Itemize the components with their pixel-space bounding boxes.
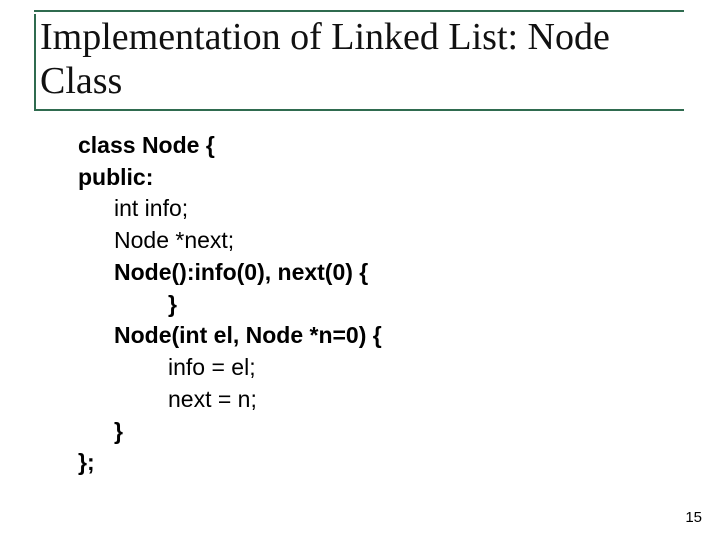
title-block: Implementation of Linked List: Node Clas… — [34, 10, 684, 111]
title-rule-top — [34, 10, 684, 12]
title-rule-left: Implementation of Linked List: Node Clas… — [34, 14, 684, 109]
code-line-7: Node(int el, Node *n=0) { — [78, 320, 658, 352]
page-number: 15 — [685, 509, 702, 526]
slide-title: Implementation of Linked List: Node Clas… — [40, 14, 684, 103]
code-line-2: public: — [78, 162, 658, 194]
code-line-6: } — [78, 289, 658, 321]
title-rule-bottom — [34, 109, 684, 111]
code-line-5: Node():info(0), next(0) { — [78, 257, 658, 289]
slide: Implementation of Linked List: Node Clas… — [0, 0, 720, 540]
code-line-11: }; — [78, 447, 658, 479]
code-body: class Node { public: int info; Node *nex… — [78, 130, 658, 479]
code-line-3: int info; — [78, 193, 658, 225]
code-line-8: info = el; — [78, 352, 658, 384]
code-line-4: Node *next; — [78, 225, 658, 257]
code-line-9: next = n; — [78, 384, 658, 416]
code-line-1: class Node { — [78, 130, 658, 162]
code-line-10: } — [78, 416, 658, 448]
